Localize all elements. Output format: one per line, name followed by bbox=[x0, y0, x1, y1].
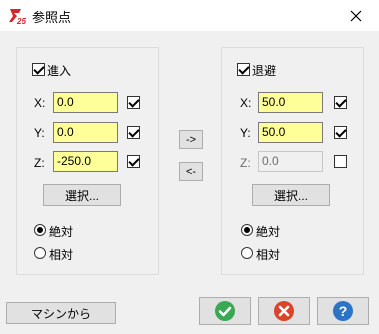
approach-x-input[interactable]: 0.0 bbox=[53, 92, 118, 113]
retract-relative-label: 相対 bbox=[256, 248, 281, 262]
approach-select-button[interactable]: 選択... bbox=[43, 184, 121, 206]
approach-z-input[interactable]: -250.0 bbox=[53, 151, 118, 172]
retract-checkbox[interactable] bbox=[237, 63, 250, 76]
check-icon bbox=[215, 301, 235, 321]
approach-relative-label: 相対 bbox=[49, 248, 74, 262]
window-title: 参照点 bbox=[32, 10, 72, 25]
retract-label: 退避 bbox=[252, 64, 277, 78]
approach-y-checkbox[interactable] bbox=[127, 126, 140, 139]
approach-z-label: Z: bbox=[34, 156, 45, 170]
help-button[interactable]: ? bbox=[317, 297, 369, 325]
close-button[interactable] bbox=[333, 0, 379, 31]
approach-absolute-radio[interactable] bbox=[34, 224, 46, 236]
retract-z-label: Z: bbox=[240, 156, 251, 170]
copy-to-right-button[interactable]: -> bbox=[179, 130, 203, 149]
x-icon bbox=[274, 301, 294, 321]
approach-relative-radio[interactable] bbox=[34, 247, 46, 259]
retract-x-checkbox[interactable] bbox=[334, 96, 347, 109]
approach-y-label: Y: bbox=[34, 126, 45, 140]
question-icon: ? bbox=[333, 301, 353, 321]
retract-absolute-radio[interactable] bbox=[241, 224, 253, 236]
retract-x-label: X: bbox=[240, 96, 252, 110]
retract-relative-radio[interactable] bbox=[241, 247, 253, 259]
svg-text:?: ? bbox=[339, 303, 348, 319]
approach-label: 進入 bbox=[47, 64, 72, 78]
approach-x-label: X: bbox=[34, 96, 46, 110]
retract-select-button[interactable]: 選択... bbox=[252, 184, 330, 206]
reference-point-dialog: 25 参照点 進入 X: 0.0 Y: 0.0 Z: -250.0 選択... … bbox=[0, 0, 379, 334]
approach-checkbox[interactable] bbox=[32, 63, 45, 76]
from-machine-button[interactable]: マシンから bbox=[6, 302, 116, 324]
approach-y-input[interactable]: 0.0 bbox=[53, 122, 118, 143]
retract-y-input[interactable]: 50.0 bbox=[258, 122, 323, 143]
approach-x-checkbox[interactable] bbox=[127, 96, 140, 109]
retract-x-input[interactable]: 50.0 bbox=[258, 92, 323, 113]
retract-absolute-label: 絶対 bbox=[256, 225, 281, 239]
approach-z-checkbox[interactable] bbox=[127, 155, 140, 168]
close-icon bbox=[350, 10, 362, 21]
retract-z-checkbox[interactable] bbox=[334, 155, 347, 168]
copy-to-left-button[interactable]: <- bbox=[179, 162, 203, 181]
svg-text:25: 25 bbox=[16, 17, 26, 26]
retract-y-checkbox[interactable] bbox=[334, 126, 347, 139]
cancel-button[interactable] bbox=[258, 297, 310, 325]
retract-y-label: Y: bbox=[240, 126, 251, 140]
title-bar: 25 参照点 bbox=[0, 0, 379, 31]
app-logo-icon: 25 bbox=[9, 9, 26, 26]
ok-button[interactable] bbox=[199, 297, 251, 325]
approach-absolute-label: 絶対 bbox=[49, 225, 74, 239]
retract-z-input[interactable]: 0.0 bbox=[258, 151, 323, 172]
